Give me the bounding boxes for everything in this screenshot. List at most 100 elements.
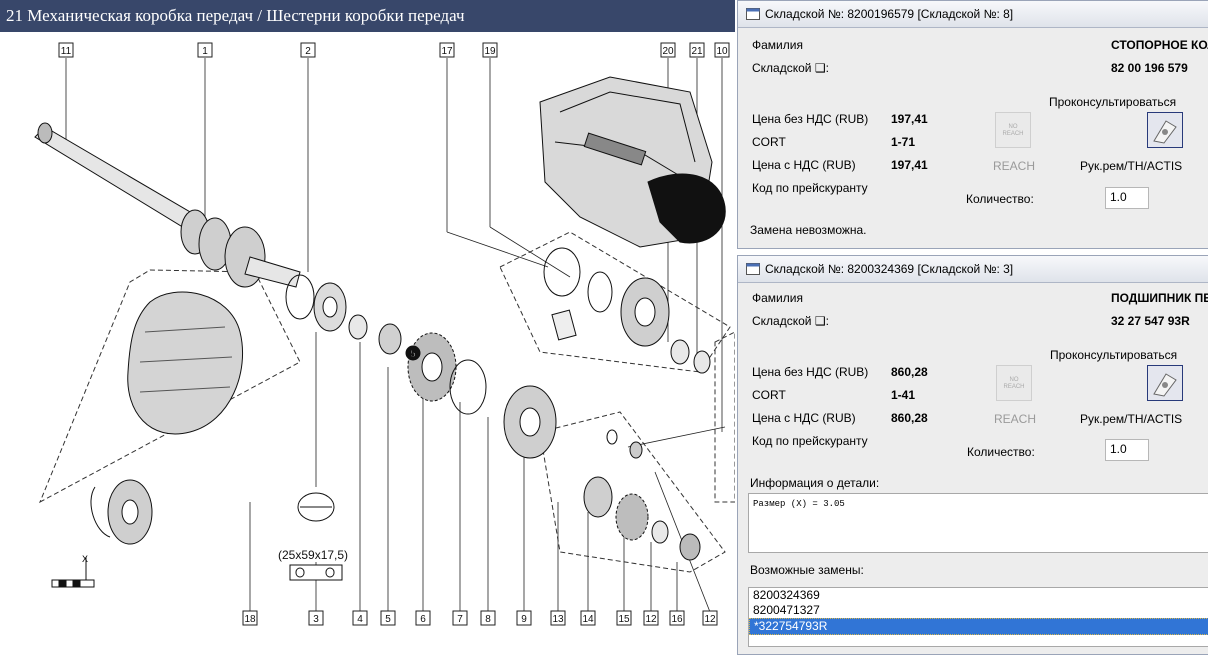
callout-label: 16 [671,614,683,625]
bearing-spec-drawing [289,492,343,581]
callout-label: 12 [645,614,657,625]
pricelist-label: Код по прейскуранту [752,181,868,195]
callout-9[interactable]: 9 [516,610,532,626]
surname-label: Фамилия [752,38,803,52]
callout-label: 6 [420,614,426,625]
window-titlebar[interactable]: Складской №: 8200196579 [Складской №: 8] [738,1,1208,28]
callout-1[interactable]: 1 [197,42,213,58]
replacement-item-selected[interactable]: *322754793R [749,618,1208,635]
callout-6[interactable]: 6 [415,610,431,626]
app-window-icon [746,263,760,275]
replacement-status: Замена невозможна. [750,223,867,237]
callout-12[interactable]: 12 [702,610,718,626]
callout-label: 21 [691,46,703,57]
synchro-group-outline [499,231,731,373]
pricelist-label: Код по прейскуранту [752,434,868,448]
quantity-input[interactable]: 1.0 [1105,439,1149,461]
surname-value: СТОПОРНОЕ КОЛ [1111,38,1208,52]
replacement-item[interactable]: 8200471327 [749,603,1208,618]
stock-value: 82 00 196 579 [1111,61,1188,75]
callout-label: 5 [385,614,391,625]
consult-label: Проконсультироваться [1049,95,1177,109]
callout-label: 8 [485,614,491,625]
callout-19[interactable]: 19 [482,42,498,58]
callout-15[interactable]: 15 [616,610,632,626]
callout-16[interactable]: 16 [669,610,685,626]
surname-value: ПОДШИПНИК ПЕ [1111,291,1208,305]
callout-3[interactable]: 3 [308,610,324,626]
callout-12[interactable]: 12 [643,610,659,626]
callout-label: 9 [521,614,527,625]
callout-label: 10 [716,46,728,57]
input-shaft-drawing [34,122,301,288]
replacements-label: Возможные замены: [750,563,864,577]
callout-18[interactable]: 18 [242,610,258,626]
consult-label: Проконсультироваться [1050,348,1178,362]
gearbox-cover-drawing [90,291,244,545]
callout-11[interactable]: 11 [58,42,74,58]
price-no-vat-label: Цена без НДС (RUB) [752,112,869,126]
callout-20[interactable]: 20 [660,42,676,58]
cort-value: 1-71 [891,135,916,149]
callout-8[interactable]: 8 [480,610,496,626]
price-vat-label: Цена с НДС (RUB) [752,158,856,172]
price-vat-value: 197,41 [891,158,928,172]
callout-5[interactable]: 5 [380,610,396,626]
reach-placeholder-icon[interactable]: NO REACH [996,365,1032,401]
callout-label: 4 [357,614,363,625]
stock-value: 32 27 547 93R [1111,314,1190,328]
callout-label: 2 [305,46,311,57]
consult-document-icon[interactable] [1147,112,1183,148]
part-info-label: Информация о детали: [750,476,880,490]
callout-label: 11 [61,46,72,57]
callout-13[interactable]: 13 [550,610,566,626]
replacements-list[interactable]: 8200324369 8200471327 *322754793R [748,587,1208,647]
price-vat-value: 860,28 [891,411,928,425]
gearbox-housing-drawing [539,76,726,248]
window-titlebar[interactable]: Складской №: 8200324369 [Складской №: 3] [738,256,1208,283]
stock-label: Складской ❑: [752,314,829,328]
price-no-vat-value: 860,28 [891,365,928,379]
quantity-input[interactable]: 1.0 [1105,187,1149,209]
part-window-1[interactable]: Складской №: 8200196579 [Складской №: 8]… [737,0,1208,249]
callout-4[interactable]: 4 [352,610,368,626]
manual-label[interactable]: Рук.рем/TH/ACTIS [1080,159,1182,173]
cort-label: CORT [752,388,786,402]
reach-label[interactable]: REACH [993,159,1035,173]
callout-7[interactable]: 7 [452,610,468,626]
callout-2[interactable]: 2 [300,42,316,58]
callout-label: 1 [202,46,208,57]
surname-label: Фамилия [752,291,803,305]
callout-label: 19 [484,46,496,57]
quantity-label: Количество: [967,445,1035,459]
consult-document-icon[interactable] [1147,365,1183,401]
price-no-vat-value: 197,41 [891,112,928,126]
parts-catalog-panel: 21 Механическая коробка передач / Шестер… [0,0,735,641]
callout-label: 17 [441,46,453,57]
callout-21[interactable]: 21 [689,42,705,58]
highlight-ref-5[interactable]: 5 [410,349,417,361]
callout-label: 12 [704,614,716,625]
callout-14[interactable]: 14 [580,610,596,626]
window-title: Складской №: 8200196579 [Складской №: 8] [765,7,1014,21]
callout-label: 3 [313,614,319,625]
callout-label: 15 [618,614,630,625]
price-vat-label: Цена с НДС (RUB) [752,411,856,425]
callout-10[interactable]: 10 [714,42,730,58]
quantity-label: Количество: [966,192,1034,206]
part-info-textarea[interactable]: Размер (X) = 3.05 [748,493,1208,553]
bearing-dimensions: (25x59x17,5) [278,548,348,562]
reach-label[interactable]: REACH [994,412,1036,426]
exploded-diagram: 5 (25x59x17,5) X 11 1 2 17 19 20 21 1018… [34,42,735,626]
catalog-title: 21 Механическая коробка передач / Шестер… [0,0,735,32]
manual-label[interactable]: Рук.рем/TH/ACTIS [1080,412,1182,426]
cort-label: CORT [752,135,786,149]
callout-label: 13 [552,614,564,625]
part-window-2[interactable]: Складской №: 8200324369 [Складской №: 3]… [737,255,1208,655]
callout-17[interactable]: 17 [439,42,455,58]
callout-label: 20 [662,46,674,57]
replacement-item[interactable]: 8200324369 [749,588,1208,603]
reach-placeholder-icon[interactable]: NO REACH [995,112,1031,148]
window-title: Складской №: 8200324369 [Складской №: 3] [765,262,1014,276]
app-window-icon [746,8,760,20]
